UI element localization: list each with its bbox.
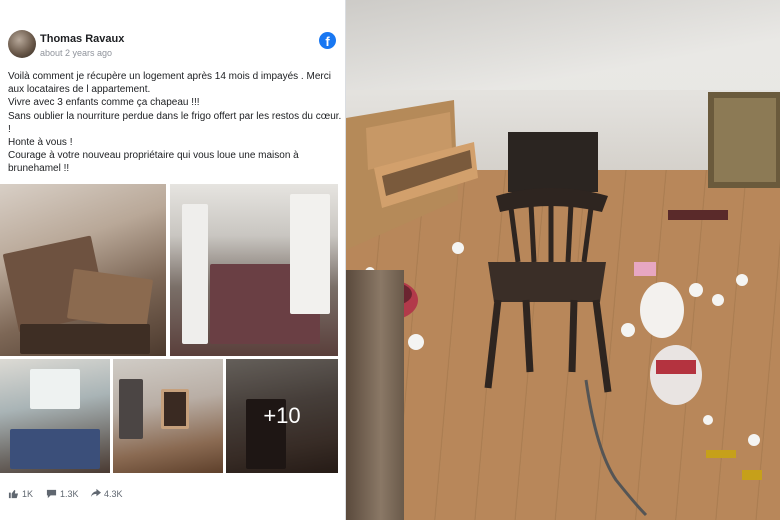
author-name[interactable]: Thomas Ravaux [40, 33, 124, 45]
floor-cloth [668, 210, 728, 220]
thumbs-up-icon [8, 489, 19, 499]
post-photo[interactable] [0, 359, 110, 473]
share-count-group[interactable]: 4.3K [90, 488, 123, 499]
share-icon [90, 488, 101, 498]
floor-box [634, 262, 656, 276]
chair-seat [488, 262, 606, 302]
comment-count: 1.3K [60, 488, 79, 499]
chair-legs [484, 299, 612, 393]
back-chair [508, 132, 598, 192]
comment-icon [46, 489, 57, 499]
post-photo[interactable] [0, 184, 166, 356]
post-photo[interactable] [113, 359, 223, 473]
post-timestamp[interactable]: about 2 years ago [40, 48, 112, 58]
avatar[interactable] [8, 30, 36, 58]
floor-cable [584, 379, 648, 517]
room-photo[interactable] [346, 0, 780, 520]
room-scene [346, 92, 780, 517]
post-text: Voilà comment je récupère un logement ap… [8, 70, 342, 176]
like-count: 1K [22, 488, 34, 499]
floor-trash-colored [706, 450, 762, 480]
reaction-bar: 1K 1.3K 4.3K [8, 488, 338, 504]
floor-bucket-label [656, 360, 696, 374]
floor-bucket [640, 282, 684, 338]
post-text-line: ! [8, 123, 11, 135]
more-photos-count[interactable]: +10 [226, 403, 338, 429]
comment-count-group[interactable]: 1.3K [46, 488, 79, 499]
post-text-line: Vivre avec 3 enfants comme ça chapeau !!… [8, 97, 200, 109]
post-text-line: Voilà comment je récupère un logement ap… [8, 71, 331, 82]
post-header: Thomas Ravaux about 2 years ago f [6, 30, 340, 64]
floor-bucket [650, 345, 702, 405]
facebook-post: Thomas Ravaux about 2 years ago f Voilà … [0, 0, 346, 520]
post-photo[interactable] [170, 184, 338, 356]
open-door [346, 270, 404, 520]
wall-painting-canvas [714, 98, 776, 182]
post-text-line: Sans oublier la nourriture perdue dans l… [8, 110, 342, 122]
chair-spindles [508, 202, 594, 263]
post-text-line: Honte à vous ! [8, 137, 73, 149]
post-text-line: Courage à votre nouveau propriétaire qui… [8, 150, 299, 162]
post-photo-more[interactable]: +10 [226, 359, 338, 473]
facebook-icon[interactable]: f [319, 32, 336, 49]
post-text-line: brunehamel !! [8, 163, 70, 175]
share-count: 4.3K [104, 488, 123, 499]
post-text-line: aux locataires de l appartement. [8, 84, 151, 96]
like-count-group[interactable]: 1K [8, 488, 33, 499]
